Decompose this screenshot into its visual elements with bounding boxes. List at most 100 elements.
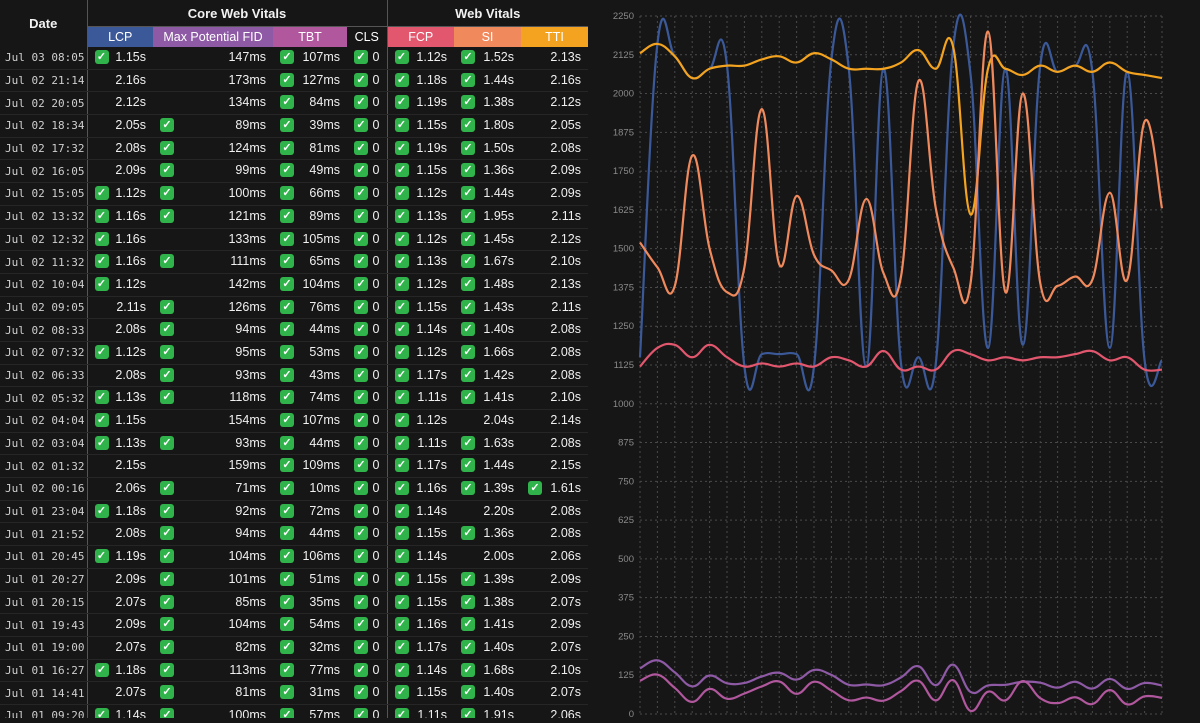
check-icon: ✓ [280,413,294,427]
metric-value: 0 [372,254,380,269]
metric-header-cls[interactable]: CLS [347,26,387,47]
table-row[interactable]: Jul 02 03:04 ✓ 1.13s ✓ 93ms ✓ 44ms ✓ 0 ✓ 1.11s ✓ 1.6… [0,432,589,456]
metric-value: 105ms [302,231,340,246]
metric-value: 1.41s [483,617,514,632]
metric-header-fid[interactable]: Max Potential FID [153,26,273,47]
metric-value: 81ms [309,140,340,155]
y-tick-label: 125 [618,670,634,681]
y-tick-label: 375 [618,593,634,604]
metric-value: 1.19s [416,95,447,110]
metric-value: 0 [372,390,380,405]
table-row[interactable]: Jul 02 15:05 ✓ 1.12s ✓ 100ms ✓ 66ms ✓ 0 ✓ 1.12s ✓ 1.… [0,182,589,206]
check-icon: ✓ [354,390,368,405]
check-icon: ✓ [160,254,174,269]
metric-header-tti[interactable]: TTI [521,26,589,47]
check-icon: ✓ [461,617,475,632]
check-icon: ✓ [394,254,409,269]
row-date: Jul 02 01:32 [0,454,88,479]
check-icon: ✓ [94,435,109,450]
check-icon: ✓ [394,367,409,382]
table-row[interactable]: Jul 02 21:14 2.16s 173ms ✓ 127ms ✓ 0 ✓ 1.18s ✓ 1.4… [0,69,589,93]
table-row[interactable]: Jul 02 12:32 ✓ 1.16s 133ms ✓ 105ms ✓ 0 ✓ 1.12s ✓ 1.… [0,228,589,252]
metric-value: 1.44s [483,72,514,87]
table-row[interactable]: Jul 01 20:15 2.07s ✓ 85ms ✓ 35ms ✓ 0 ✓ 1.15s ✓ 1.38… [0,591,589,615]
check-icon: ✓ [394,481,409,496]
metric-value: 0 [372,685,380,700]
check-icon: ✓ [354,481,368,496]
check-icon: ✓ [354,231,368,246]
metric-value: 2.07s [115,594,146,609]
check-icon: ✓ [280,458,294,473]
check-icon: ✓ [354,72,368,87]
check-icon: ✓ [160,390,174,405]
metrics-table: Date Core Web Vitals Web Vitals LCP Max P… [0,0,589,718]
check-icon: ✓ [280,617,294,632]
table-row[interactable]: Jul 02 16:05 2.09s ✓ 99ms ✓ 49ms ✓ 0 ✓ 1.15s ✓ 1.36… [0,159,589,184]
row-date: Jul 02 03:04 [0,432,88,456]
metric-value: 0 [372,118,380,133]
y-tick-label: 1375 [613,282,634,293]
table-row[interactable]: Jul 01 19:00 2.07s ✓ 82ms ✓ 32ms ✓ 0 ✓ 1.17s ✓ 1.40… [0,636,589,660]
table-row[interactable]: Jul 02 17:32 2.08s ✓ 124ms ✓ 81ms ✓ 0 ✓ 1.19s ✓ 1.5… [0,137,589,161]
table-row[interactable]: Jul 01 21:52 2.08s ✓ 94ms ✓ 44ms ✓ 0 ✓ 1.15s ✓ 1.36… [0,522,589,547]
check-icon: ✓ [160,549,174,564]
metric-value: 81ms [235,685,266,700]
table-row[interactable]: Jul 02 20:05 2.12s 134ms ✓ 84ms ✓ 0 ✓ 1.19s ✓ 1.38… [0,91,589,116]
check-icon: ✓ [461,594,475,609]
metric-value: 0 [372,662,380,677]
table-row[interactable]: Jul 03 08:05 ✓ 1.15s 147ms ✓ 107ms ✓ 0 ✓ 1.12s ✓ 1.… [0,47,589,70]
table-row[interactable]: Jul 01 20:27 2.09s ✓ 101ms ✓ 51ms ✓ 0 ✓ 1.15s ✓ 1.3… [0,568,589,592]
metric-header-lcp[interactable]: LCP [86,26,153,47]
metric-value: 94ms [235,526,266,541]
table-row[interactable]: Jul 02 04:04 ✓ 1.15s 154ms ✓ 107ms ✓ 0 ✓ 1.12s 2.0… [0,409,589,433]
table-row[interactable]: Jul 02 09:05 2.11s ✓ 126ms ✓ 76ms ✓ 0 ✓ 1.15s ✓ 1.4… [0,296,589,320]
metric-value: 1.15s [416,299,447,314]
table-row[interactable]: Jul 02 06:33 2.08s ✓ 93ms ✓ 43ms ✓ 0 ✓ 1.17s ✓ 1.42… [0,364,589,388]
metric-header-si[interactable]: SI [454,26,521,47]
table-row[interactable]: Jul 02 08:33 2.08s ✓ 94ms ✓ 44ms ✓ 0 ✓ 1.14s ✓ 1.40… [0,318,589,342]
table-row[interactable]: Jul 02 07:32 ✓ 1.12s ✓ 95ms ✓ 53ms ✓ 0 ✓ 1.12s ✓ 1.6… [0,341,589,365]
check-icon: ✓ [94,413,109,427]
metric-value: 124ms [228,140,266,155]
table-row[interactable]: Jul 01 16:27 ✓ 1.18s ✓ 113ms ✓ 77ms ✓ 0 ✓ 1.14s ✓ 1.… [0,659,589,683]
metric-value: 1.61s [550,481,582,496]
check-icon: ✓ [280,435,294,450]
date-column-header[interactable]: Date [0,0,88,47]
metric-value: 1.11s [417,707,447,718]
table-row[interactable]: Jul 01 09:20 ✓ 1.14s ✓ 100ms ✓ 57ms ✓ 0 ✓ 1.11s ✓ 1.… [0,704,589,718]
table-row[interactable]: Jul 02 11:32 ✓ 1.16s ✓ 111ms ✓ 65ms ✓ 0 ✓ 1.13s ✓ 1.… [0,250,589,274]
metric-value: 2.16s [115,72,146,87]
metric-value: 2.11s [551,208,582,223]
metric-header-fcp[interactable]: FCP [386,26,454,47]
check-icon: ✓ [354,140,368,155]
table-row[interactable]: Jul 02 01:32 2.15s 159ms ✓ 109ms ✓ 0 ✓ 1.17s ✓ 1.4… [0,454,589,479]
metric-value: 1.44s [483,186,514,201]
metric-value: 2.08s [115,322,146,337]
row-date: Jul 02 13:32 [0,205,88,229]
metric-value: 93ms [235,435,266,450]
table-row[interactable]: Jul 01 20:45 ✓ 1.19s ✓ 104ms ✓ 106ms ✓ 0 ✓ 1.14s 2.… [0,545,589,569]
metric-value: 89ms [235,118,266,133]
metric-header-tbt[interactable]: TBT [273,26,347,47]
metric-value: 0 [372,50,380,64]
table-row[interactable]: Jul 02 10:04 ✓ 1.12s 142ms ✓ 104ms ✓ 0 ✓ 1.12s ✓ 1.… [0,273,589,297]
check-icon: ✓ [280,639,294,654]
table-row[interactable]: Jul 01 23:04 ✓ 1.18s ✓ 92ms ✓ 72ms ✓ 0 ✓ 1.14s 2.20… [0,500,589,524]
check-icon: ✓ [280,163,294,178]
metric-value: 35ms [309,594,340,609]
table-row[interactable]: Jul 02 05:32 ✓ 1.13s ✓ 118ms ✓ 74ms ✓ 0 ✓ 1.11s ✓ 1.… [0,386,589,410]
metric-value: 1.13s [416,208,447,223]
metric-value: 31ms [309,685,340,700]
metric-value: 1.16s [115,254,146,269]
table-row[interactable]: Jul 02 00:16 2.06s ✓ 71ms ✓ 10ms ✓ 0 ✓ 1.16s ✓ 1.39… [0,477,589,501]
check-icon: ✓ [461,118,475,133]
metric-value: 94ms [235,322,266,337]
metric-value: 2.07s [115,685,146,700]
table-row[interactable]: Jul 01 14:41 2.07s ✓ 81ms ✓ 31ms ✓ 0 ✓ 1.15s ✓ 1.40… [0,681,589,705]
metric-value: 93ms [235,367,266,382]
table-row[interactable]: Jul 01 19:43 2.09s ✓ 104ms ✓ 54ms ✓ 0 ✓ 1.16s ✓ 1.4… [0,613,589,637]
metric-value: 2.12s [115,95,146,110]
table-row[interactable]: Jul 02 18:34 2.05s ✓ 89ms ✓ 39ms ✓ 0 ✓ 1.15s ✓ 1.80… [0,114,589,138]
table-row[interactable]: Jul 02 13:32 ✓ 1.16s ✓ 121ms ✓ 89ms ✓ 0 ✓ 1.13s ✓ 1.… [0,205,589,229]
check-icon: ✓ [160,299,174,314]
